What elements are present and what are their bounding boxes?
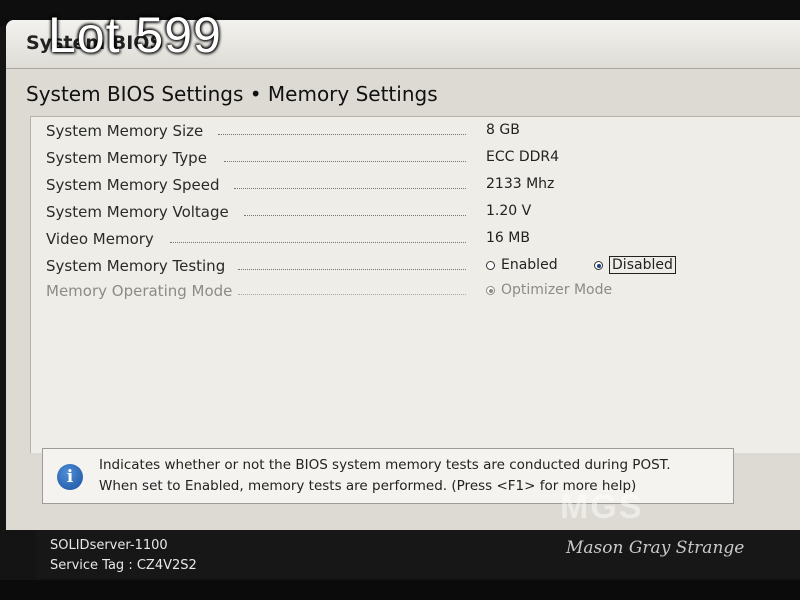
- setting-label: System Memory Voltage: [46, 203, 229, 221]
- setting-row-memory-speed: System Memory Speed 2133 Mhz: [46, 176, 686, 198]
- dotted-leader: [234, 188, 466, 189]
- dotted-leader: [238, 294, 466, 295]
- setting-label: System Memory Testing: [46, 257, 226, 275]
- setting-label: Video Memory: [46, 230, 154, 248]
- system-info: SOLIDserver-1100 Service Tag : CZ4V2S2: [50, 536, 197, 576]
- option-label: Disabled: [609, 256, 676, 274]
- lot-label-overlay: Lot 599: [48, 7, 222, 63]
- monitor-bezel-bottom: [0, 580, 800, 600]
- setting-value: 2133 Mhz: [486, 176, 555, 192]
- dotted-leader: [218, 134, 466, 135]
- setting-row-memory-type: System Memory Type ECC DDR4: [46, 149, 686, 171]
- setting-value: 1.20 V: [486, 203, 532, 219]
- radio-selected-icon: [486, 286, 495, 295]
- help-line-1: Indicates whether or not the BIOS system…: [99, 457, 671, 473]
- setting-value: 8 GB: [486, 122, 520, 138]
- setting-label: System Memory Size: [46, 122, 204, 140]
- watermark-name: Mason Gray Strange: [566, 538, 745, 558]
- radio-selected-icon[interactable]: [594, 261, 604, 270]
- setting-label: System Memory Speed: [46, 176, 220, 194]
- option-enabled[interactable]: Enabled: [486, 257, 558, 273]
- setting-row-operating-mode: Memory Operating Mode Optimizer Mode: [46, 282, 686, 304]
- setting-value: ECC DDR4: [486, 149, 560, 165]
- dotted-leader: [244, 215, 466, 216]
- option-label: Enabled: [501, 257, 558, 273]
- setting-label: Memory Operating Mode: [46, 282, 233, 300]
- setting-row-memory-voltage: System Memory Voltage 1.20 V: [46, 203, 686, 225]
- setting-label: System Memory Type: [46, 149, 207, 167]
- operating-mode-options: Optimizer Mode: [486, 282, 644, 298]
- setting-row-memory-size: System Memory Size 8 GB: [46, 122, 686, 144]
- info-icon: i: [57, 464, 83, 490]
- service-tag: Service Tag : CZ4V2S2: [50, 558, 197, 573]
- option-disabled[interactable]: Disabled: [594, 256, 676, 274]
- option-optimizer-mode: Optimizer Mode: [486, 282, 612, 298]
- setting-value: 16 MB: [486, 230, 530, 246]
- setting-row-video-memory: Video Memory 16 MB: [46, 230, 686, 252]
- watermark-logo: MGS: [560, 488, 644, 526]
- setting-row-memory-testing: System Memory Testing Enabled Disabled: [46, 256, 686, 279]
- dotted-leader: [224, 161, 466, 162]
- radio-unselected-icon[interactable]: [486, 261, 495, 270]
- option-label: Optimizer Mode: [501, 282, 613, 298]
- dotted-leader: [238, 269, 466, 270]
- dotted-leader: [170, 242, 466, 243]
- server-name: SOLIDserver-1100: [50, 538, 168, 553]
- memory-testing-options: Enabled Disabled: [486, 256, 708, 274]
- page-title: System BIOS Settings • Memory Settings: [26, 82, 438, 106]
